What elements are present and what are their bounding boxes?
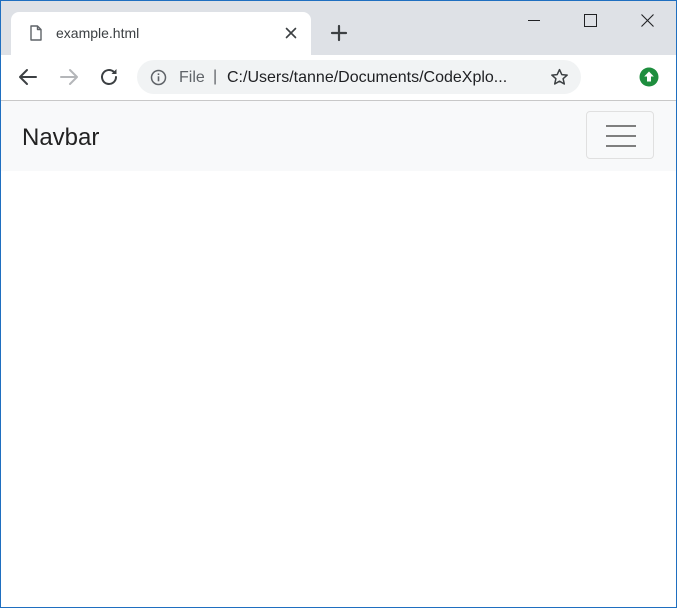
star-icon[interactable] <box>550 68 569 87</box>
close-icon[interactable] <box>283 25 299 41</box>
arrow-right-icon[interactable] <box>57 65 81 89</box>
navbar: Navbar <box>1 101 676 171</box>
browser-toolbar: File | C:/Users/tanne/Documents/CodeXplo… <box>1 55 676 101</box>
update-icon[interactable] <box>639 67 659 87</box>
navbar-brand[interactable]: Navbar <box>22 124 99 152</box>
file-icon <box>30 25 42 41</box>
address-bar[interactable]: File | C:/Users/tanne/Documents/CodeXplo… <box>137 60 581 94</box>
arrow-left-icon[interactable] <box>16 65 40 89</box>
reload-icon[interactable] <box>97 65 121 89</box>
tab-strip: example.html <box>1 1 676 55</box>
scheme-label: File <box>179 69 205 86</box>
url-text[interactable]: C:/Users/tanne/Documents/CodeXplo... <box>227 69 537 87</box>
plus-icon[interactable] <box>328 22 350 44</box>
tab-title: example.html <box>56 25 140 41</box>
info-icon[interactable] <box>150 69 167 86</box>
maximize-button[interactable] <box>562 1 618 39</box>
navbar-toggler-button[interactable] <box>586 111 654 159</box>
browser-window: example.html File | C:/Users/tanne/Docum… <box>0 0 677 608</box>
minimize-button[interactable] <box>506 1 562 39</box>
tab-example[interactable]: example.html <box>11 12 311 55</box>
scheme-separator: | <box>213 68 218 85</box>
window-close-button[interactable] <box>619 1 675 39</box>
page-viewport: Navbar <box>1 101 676 607</box>
